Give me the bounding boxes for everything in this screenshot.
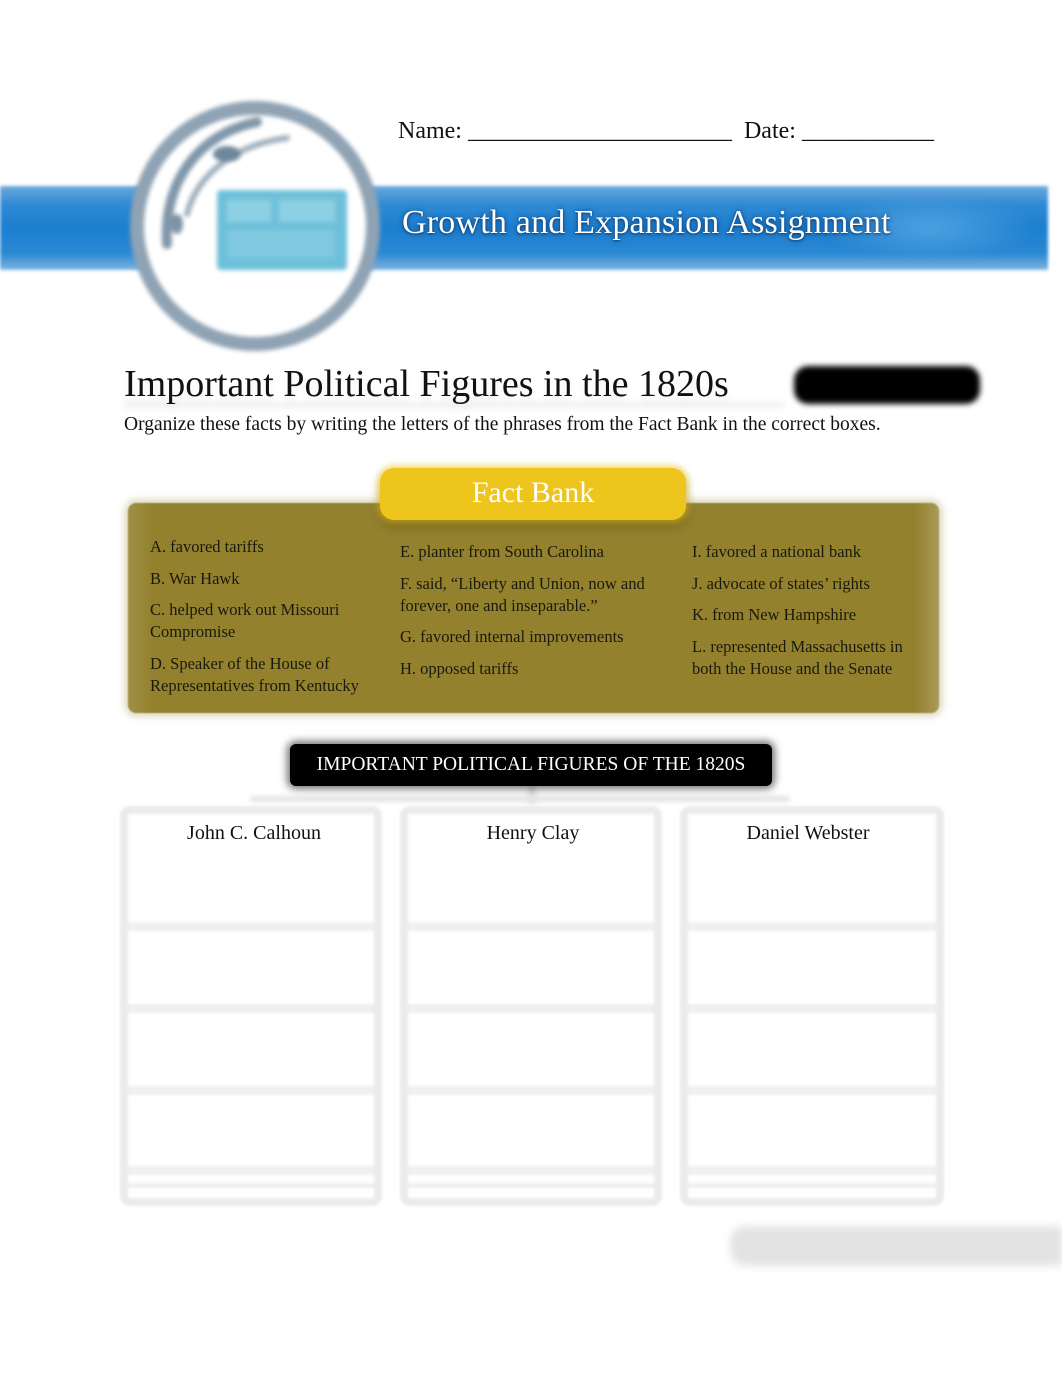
row-divider — [128, 1086, 374, 1095]
figure-name-webster: Daniel Webster — [746, 822, 870, 844]
fact-column-3: I. favored a national bank J. advocate o… — [692, 541, 932, 689]
row-divider — [408, 1086, 654, 1095]
answer-cell[interactable] — [410, 1098, 652, 1162]
footer-bar — [730, 1226, 1062, 1266]
row-divider — [128, 922, 374, 931]
fact-c: C. helped work out Missouri Compromise — [150, 600, 340, 641]
fact-j: J. advocate of states’ rights — [692, 573, 870, 593]
row-divider — [408, 1004, 654, 1013]
answer-cell[interactable] — [130, 1098, 372, 1162]
heading-connector-line — [250, 796, 790, 802]
row-divider — [688, 922, 936, 931]
figures-heading: IMPORTANT POLITICAL FIGURES OF THE 1820S — [316, 754, 746, 775]
fact-h: H. opposed tariffs — [400, 658, 519, 678]
fact-k: K. from New Hampshire — [692, 605, 857, 624]
answer-cell[interactable] — [130, 934, 372, 1000]
row-divider — [688, 1183, 936, 1188]
fact-column-1: A. favored tariffs B. War Hawk C. helped… — [150, 536, 382, 706]
heading-connector-stem — [528, 786, 536, 804]
answer-cell[interactable] — [130, 1016, 372, 1082]
redacted-block — [794, 366, 980, 404]
answer-cell[interactable] — [690, 1016, 934, 1082]
row-divider — [408, 1183, 654, 1188]
fact-f: F. said, “Liberty and Union, now and for… — [400, 573, 645, 615]
answer-cell[interactable] — [130, 850, 372, 918]
fact-i: I. favored a national bank — [692, 542, 862, 561]
assignment-title: Growth and Expansion Assignment — [402, 204, 891, 241]
row-divider — [128, 1004, 374, 1013]
answer-cell[interactable] — [410, 934, 652, 1000]
fact-l: L. represented Massachusetts in both the… — [692, 636, 903, 678]
row-divider — [688, 1166, 936, 1175]
figure-name-clay: Henry Clay — [486, 822, 580, 844]
row-divider — [128, 1166, 374, 1175]
fact-g: G. favored internal improvements — [400, 627, 624, 646]
row-divider — [688, 1086, 936, 1095]
worksheet-page: Name: ______________________ Date: _____… — [0, 0, 1062, 1377]
instructions: Organize these facts by writing the lett… — [124, 414, 881, 435]
fact-a: A. favored tariffs — [150, 537, 264, 556]
answer-cell[interactable] — [690, 850, 934, 918]
fact-bank-label: Fact Bank — [471, 476, 595, 509]
social-studies-logo-icon — [130, 101, 380, 351]
row-divider — [688, 1004, 936, 1013]
fact-d: D. Speaker of the House of Representativ… — [150, 653, 359, 695]
answer-cell[interactable] — [690, 934, 934, 1000]
fact-e: E. planter from South Carolina — [400, 542, 604, 561]
row-divider — [128, 1183, 374, 1188]
figure-name-calhoun: John C. Calhoun — [187, 822, 321, 844]
fact-b: B. War Hawk — [150, 568, 240, 588]
row-divider — [408, 1166, 654, 1175]
row-divider — [408, 922, 654, 931]
page-title: Important Political Figures in the 1820s — [124, 363, 729, 405]
answer-cell[interactable] — [690, 1098, 934, 1162]
answer-cell[interactable] — [410, 850, 652, 918]
name-date-field[interactable]: Name: ______________________ Date: _____… — [398, 118, 934, 145]
fact-column-2: E. planter from South Carolina F. said, … — [400, 541, 675, 689]
answer-cell[interactable] — [410, 1016, 652, 1082]
